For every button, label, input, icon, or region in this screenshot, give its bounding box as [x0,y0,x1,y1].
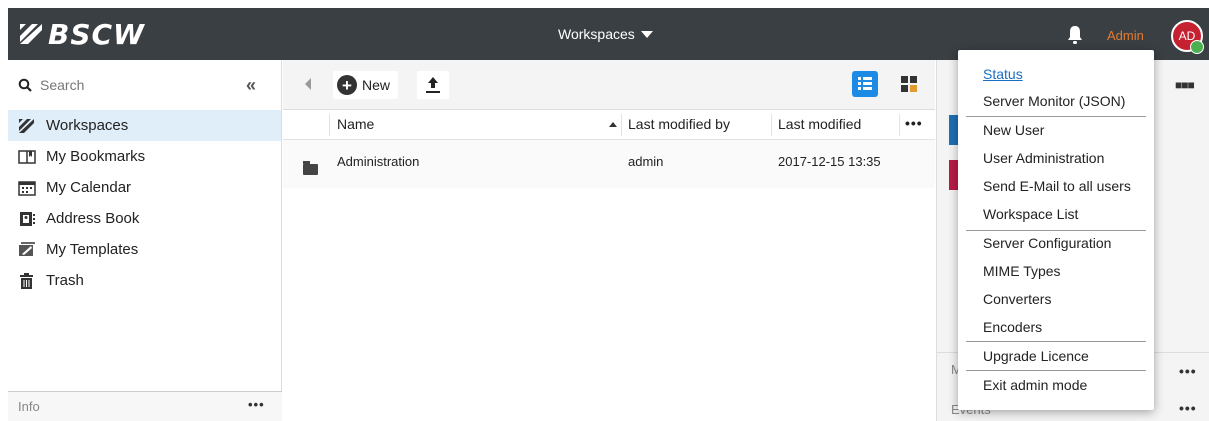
cell-modified-by: admin [628,154,664,169]
cell-modified: 2017-12-15 13:35 [778,154,881,169]
menu-item-new-user[interactable]: New User [983,122,1044,138]
events-more-button[interactable]: ••• [1179,400,1197,416]
table-header: Name Last modified by Last modified ••• [283,110,935,140]
panel-more-button[interactable]: ••• [1179,363,1197,379]
sidebar-item-calendar[interactable]: My Calendar [8,172,281,203]
menu-item-status[interactable]: Status [983,66,1023,82]
online-status-icon [1190,40,1204,54]
column-separator [771,114,772,136]
address-book-icon [20,211,35,226]
new-button-label: New [362,77,391,93]
menu-item-upgrade-licence[interactable]: Upgrade Licence [983,348,1089,364]
folder-icon [303,161,318,175]
sidebar-item-bookmarks[interactable]: My Bookmarks [8,141,281,172]
column-header-name[interactable]: Name [337,116,374,132]
sidebar: Search « Workspaces My Bookmarks My Cale… [8,60,282,421]
back-arrow-icon[interactable] [305,78,311,90]
menu-item-encoders[interactable]: Encoders [983,319,1042,335]
trash-icon [20,272,33,289]
menu-item-server-monitor[interactable]: Server Monitor (JSON) [983,93,1125,109]
sidebar-item-label: My Calendar [46,179,132,196]
info-more-button[interactable]: ••• [248,397,265,412]
caret-down-icon [640,30,653,38]
menu-divider [966,341,1146,342]
tile-view-button[interactable] [896,71,922,97]
table-row[interactable]: Administration admin 2017-12-15 13:35 [283,140,935,188]
menu-item-mime-types[interactable]: MIME Types [983,263,1061,279]
file-table: Name Last modified by Last modified ••• … [283,110,935,188]
menu-item-server-configuration[interactable]: Server Configuration [983,235,1111,251]
apps-grid-icon[interactable]: ■■■ [1175,78,1195,92]
workspaces-icon [19,118,34,133]
column-separator [621,114,622,136]
sidebar-search[interactable]: Search « [8,60,281,110]
toolbar: + New [283,60,935,110]
plus-circle-icon: + [337,75,357,95]
new-button[interactable]: + New [333,71,399,99]
column-header-modified-by[interactable]: Last modified by [628,116,730,132]
sidebar-item-label: Address Book [46,210,140,227]
logo-text: BSCW [48,17,145,51]
sidebar-item-trash[interactable]: Trash [8,265,281,296]
column-separator [329,114,330,136]
search-label: Search [40,77,85,93]
column-separator [899,114,900,136]
bell-icon[interactable] [1066,25,1084,45]
cell-name[interactable]: Administration [337,154,419,169]
menu-item-send-email[interactable]: Send E-Mail to all users [983,178,1131,194]
search-icon [18,78,32,92]
templates-icon [19,241,35,256]
list-view-button[interactable] [852,71,878,97]
workspaces-menu-label: Workspaces [558,26,635,42]
bscw-logo[interactable]: BSCW [18,17,145,51]
menu-item-workspace-list[interactable]: Workspace List [983,206,1078,222]
info-panel-header[interactable]: Info ••• [8,391,282,421]
sidebar-item-label: Workspaces [46,117,129,134]
sidebar-item-address-book[interactable]: Address Book [8,203,281,234]
sidebar-item-label: My Templates [46,241,139,258]
sidebar-item-label: Trash [46,272,84,289]
sidebar-item-workspaces[interactable]: Workspaces [8,110,281,141]
upload-button[interactable] [417,71,449,99]
menu-divider [966,116,1146,117]
collapse-sidebar-button[interactable]: « [246,75,256,96]
sidebar-item-templates[interactable]: My Templates [8,234,281,265]
tile-view-icon [901,76,917,92]
sidebar-item-label: My Bookmarks [46,148,146,165]
menu-divider [966,370,1146,371]
bscw-logo-icon [20,24,42,44]
sort-ascending-icon[interactable] [609,122,617,127]
menu-item-exit-admin[interactable]: Exit admin mode [983,377,1087,393]
workspaces-menu[interactable]: Workspaces [558,26,653,42]
list-view-icon [858,77,872,90]
column-header-modified[interactable]: Last modified [778,116,861,132]
menu-divider [966,230,1146,231]
admin-menu-toggle[interactable]: Admin [1107,28,1144,43]
menu-item-user-administration[interactable]: User Administration [983,150,1104,166]
calendar-icon [18,180,36,196]
column-options-button[interactable]: ••• [905,115,923,131]
admin-dropdown-menu: Status Server Monitor (JSON) New User Us… [958,50,1154,410]
upload-icon [426,77,440,93]
info-label: Info [18,399,40,414]
bookmarks-icon [18,149,36,164]
menu-item-converters[interactable]: Converters [983,291,1051,307]
